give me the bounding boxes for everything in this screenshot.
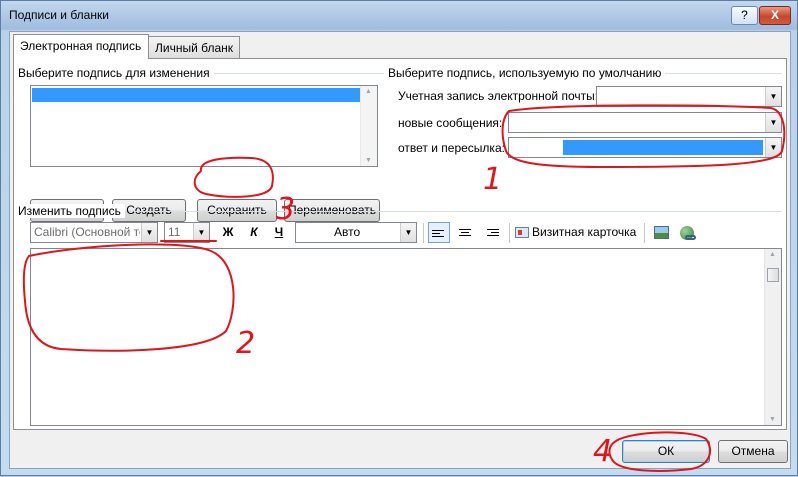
insert-picture-button[interactable] bbox=[650, 222, 672, 243]
help-button[interactable]: ? bbox=[731, 6, 758, 25]
signature-list[interactable]: ▲ ▼ bbox=[30, 85, 378, 167]
chevron-down-icon: ▼ bbox=[400, 223, 416, 242]
align-right-icon bbox=[480, 222, 502, 236]
signature-editor[interactable]: ▲ ▼ bbox=[30, 248, 782, 426]
align-left-icon bbox=[429, 223, 449, 237]
tab-personal-stationery[interactable]: Личный бланк bbox=[148, 36, 240, 58]
group-divider bbox=[194, 73, 384, 74]
font-value: Calibri (Основной текст) bbox=[34, 225, 140, 239]
align-center-button[interactable] bbox=[454, 222, 476, 243]
italic-button[interactable]: К bbox=[245, 222, 263, 243]
business-card-button[interactable]: Визитная карточка bbox=[515, 222, 640, 243]
chevron-down-icon: ▼ bbox=[765, 138, 781, 157]
toolbar-separator bbox=[423, 223, 424, 243]
toolbar-separator bbox=[644, 223, 645, 243]
dialog-client: Электронная подпись Личный бланк Выберит… bbox=[9, 31, 791, 469]
window-title: Подписи и бланки bbox=[9, 8, 109, 22]
scroll-thumb[interactable] bbox=[767, 268, 779, 282]
close-button[interactable]: X bbox=[759, 6, 791, 25]
font-color-value: Авто bbox=[334, 225, 361, 239]
chevron-down-icon: ▼ bbox=[193, 223, 209, 242]
default-signature-label: Выберите подпись, используемую по умолча… bbox=[388, 66, 666, 80]
bold-button[interactable]: Ж bbox=[219, 222, 237, 243]
new-messages-select[interactable]: ▼ bbox=[508, 112, 782, 133]
scroll-up-icon: ▲ bbox=[769, 251, 776, 258]
select-signature-label: Выберите подпись для изменения bbox=[18, 66, 214, 80]
align-center-icon bbox=[454, 222, 476, 236]
ok-button[interactable]: ОК bbox=[622, 440, 710, 463]
email-account-select[interactable]: ▼ bbox=[596, 86, 782, 107]
font-color-select[interactable]: Авто ▼ bbox=[295, 222, 417, 243]
selected-value-highlight bbox=[563, 140, 763, 155]
tab-panel: Выберите подпись для изменения ▲ ▼ Удали… bbox=[13, 58, 787, 430]
reply-forward-label: ответ и пересылка: bbox=[398, 141, 505, 155]
chevron-down-icon: ▼ bbox=[765, 113, 781, 132]
underline-button[interactable]: Ч bbox=[270, 222, 288, 243]
font-size-select[interactable]: 11 ▼ bbox=[164, 222, 210, 243]
cancel-button[interactable]: Отмена bbox=[718, 440, 788, 463]
chevron-down-icon: ▼ bbox=[141, 223, 157, 242]
chevron-down-icon: ▼ bbox=[765, 87, 781, 106]
font-size-value: 11 bbox=[168, 225, 181, 239]
align-left-button[interactable] bbox=[428, 222, 450, 243]
scroll-down-icon: ▼ bbox=[769, 416, 776, 423]
scroll-up-icon: ▲ bbox=[365, 88, 372, 95]
editor-scrollbar[interactable]: ▲ ▼ bbox=[764, 249, 781, 425]
dialog-window: Подписи и бланки ? X Электронная подпись… bbox=[0, 0, 798, 476]
font-select[interactable]: Calibri (Основной текст) ▼ bbox=[30, 222, 158, 243]
tab-email-signature[interactable]: Электронная подпись bbox=[13, 34, 149, 59]
hyperlink-icon bbox=[680, 225, 696, 240]
new-messages-label: новые сообщения: bbox=[398, 116, 503, 130]
list-scrollbar[interactable]: ▲ ▼ bbox=[360, 86, 377, 166]
reply-forward-select[interactable]: ▼ bbox=[508, 137, 782, 158]
scroll-down-icon: ▼ bbox=[365, 157, 372, 164]
email-account-label: Учетная запись электронной почты: bbox=[398, 89, 599, 103]
insert-hyperlink-button[interactable] bbox=[676, 222, 698, 243]
align-right-button[interactable] bbox=[480, 222, 502, 243]
title-bar: Подписи и бланки ? X bbox=[1, 1, 797, 31]
business-card-label: Визитная карточка bbox=[532, 225, 637, 239]
toolbar-separator bbox=[509, 223, 510, 243]
edit-signature-label: Изменить подпись bbox=[18, 204, 125, 218]
picture-icon bbox=[653, 226, 669, 240]
business-card-icon bbox=[515, 227, 529, 239]
selected-signature-item[interactable] bbox=[32, 88, 361, 102]
group-divider bbox=[134, 211, 782, 212]
